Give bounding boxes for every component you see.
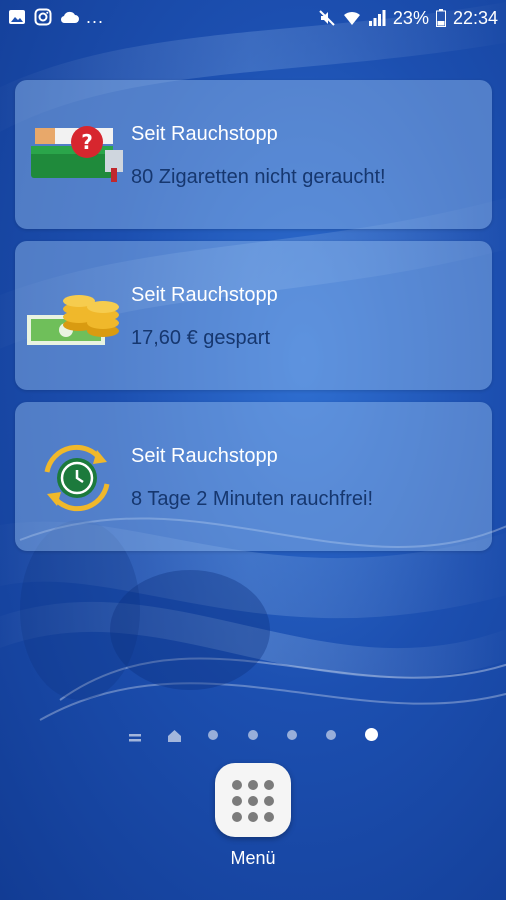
battery-icon xyxy=(435,9,446,27)
clock: 22:34 xyxy=(452,8,498,28)
page-dot[interactable] xyxy=(208,730,218,740)
wifi-icon xyxy=(343,9,361,27)
menu-lines-indicator-icon[interactable] xyxy=(129,730,141,748)
clock-cycle-icon xyxy=(27,432,127,522)
app-drawer-button[interactable] xyxy=(215,763,291,837)
status-bar-left: ... xyxy=(8,8,104,26)
widget-title: Seit Rauchstopp xyxy=(131,284,278,306)
widget-title: Seit Rauchstopp xyxy=(131,445,278,467)
status-bar-right: 23% 22:34 xyxy=(318,7,498,29)
widget-title: Seit Rauchstopp xyxy=(131,123,278,145)
widget-smoke-free-time[interactable]: Seit Rauchstopp 8 Tage 2 Minuten rauchfr… xyxy=(15,402,492,551)
page-indicators xyxy=(0,725,506,745)
instagram-icon xyxy=(34,8,52,26)
coins-money-icon xyxy=(27,271,127,361)
signal-icon xyxy=(368,9,386,27)
mute-icon xyxy=(318,9,336,27)
page-dot[interactable] xyxy=(326,730,336,740)
more-notifications-indicator: ... xyxy=(86,7,105,27)
svg-text:?: ? xyxy=(81,130,93,154)
widget-value: 8 Tage 2 Minuten rauchfrei! xyxy=(131,488,374,510)
widget-value: 80 Zigaretten nicht geraucht! xyxy=(131,166,386,188)
cloud-icon xyxy=(60,8,79,26)
battery-percent: 23% xyxy=(392,8,429,28)
page-dot[interactable] xyxy=(287,730,297,740)
widget-money-saved[interactable]: Seit Rauchstopp 17,60 € gespart xyxy=(15,241,492,390)
widget-cigarettes[interactable]: ? Seit Rauchstopp 80 Zigaretten nicht ge… xyxy=(15,80,492,229)
page-dot-active[interactable] xyxy=(365,728,378,741)
home-indicator-icon[interactable] xyxy=(168,729,181,747)
page-dot[interactable] xyxy=(248,730,258,740)
image-icon xyxy=(8,8,26,26)
widget-value: 17,60 € gespart xyxy=(131,327,270,349)
status-bar: ... 23% 22:34 xyxy=(0,0,506,36)
cigarette-pack-icon: ? xyxy=(27,110,127,200)
apps-grid-icon xyxy=(232,780,274,822)
app-drawer-label: Menü xyxy=(230,848,276,868)
